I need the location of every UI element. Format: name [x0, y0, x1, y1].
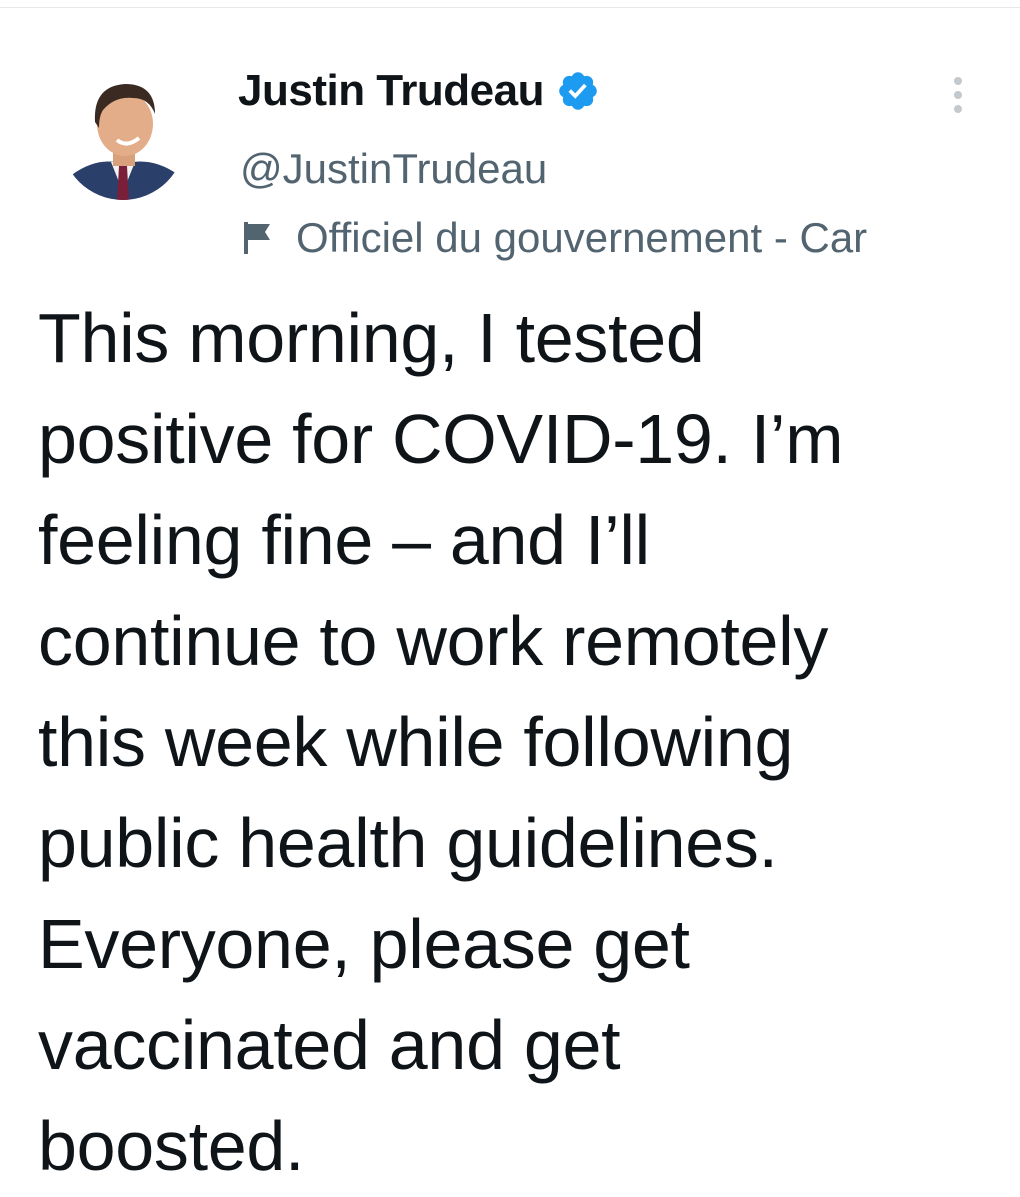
tweet-text-line: vaccinated and get	[38, 1006, 621, 1084]
more-vertical-icon[interactable]	[946, 74, 970, 116]
tweet-text-line: public health guidelines.	[38, 804, 778, 882]
tweet-text-line: boosted.	[38, 1107, 305, 1185]
tweet-text-line: positive for COVID-19. I’m	[38, 400, 844, 478]
tweet-text: This morning, I tested positive for COVI…	[38, 288, 998, 1197]
author-handle[interactable]: @JustinTrudeau	[240, 145, 547, 193]
tweet-text-line: Everyone, please get	[38, 905, 690, 983]
tweet-text-line: This morning, I tested	[38, 299, 705, 377]
author-display-name[interactable]: Justin Trudeau	[238, 66, 600, 116]
government-label[interactable]: Officiel du gouvernement - Car	[240, 212, 1020, 264]
flag-icon	[240, 218, 280, 258]
tweet-text-line: continue to work remotely	[38, 602, 829, 680]
tweet-text-line: this week while following	[38, 703, 794, 781]
author-name-text[interactable]: Justin Trudeau	[238, 66, 544, 116]
top-divider	[0, 7, 1020, 8]
verified-badge-icon	[556, 69, 600, 113]
avatar[interactable]	[59, 52, 187, 212]
tweet-text-line: feeling fine – and I’ll	[38, 501, 650, 579]
government-label-text: Officiel du gouvernement - Car	[296, 214, 868, 261]
